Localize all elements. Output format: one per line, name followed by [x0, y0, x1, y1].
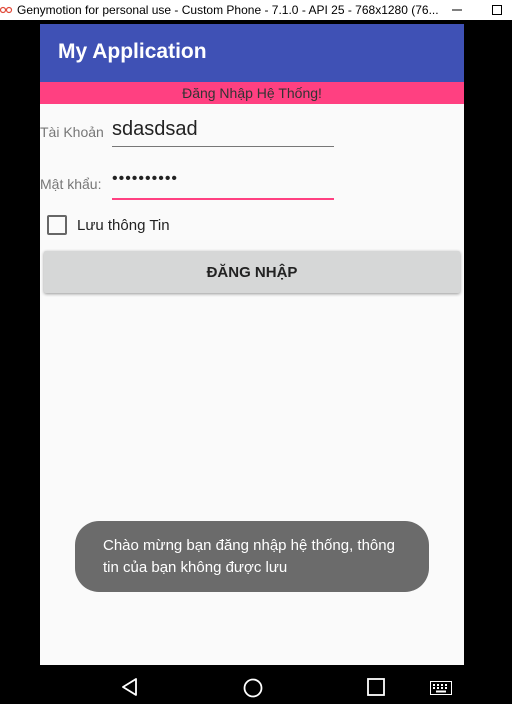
remember-checkbox-row[interactable]: Lưu thông Tin	[47, 215, 170, 235]
login-banner: Đăng Nhập Hệ Thống!	[40, 82, 464, 104]
minimize-icon[interactable]	[442, 0, 472, 20]
back-icon[interactable]	[120, 677, 140, 702]
remember-checkbox[interactable]	[47, 215, 67, 235]
app-title: My Application	[58, 40, 207, 63]
keyboard-icon[interactable]	[430, 681, 452, 700]
window-title-bar: Genymotion for personal use - Custom Pho…	[0, 0, 512, 20]
login-button[interactable]: ĐĂNG NHẬP	[44, 251, 460, 293]
remember-label: Lưu thông Tin	[77, 216, 170, 234]
toast-message: Chào mừng bạn đăng nhập hệ thống, thông …	[75, 521, 429, 592]
app-bar: My Application	[40, 24, 464, 82]
maximize-icon[interactable]	[482, 0, 512, 20]
genymotion-icon	[0, 3, 14, 17]
username-label: Tài Khoản	[40, 124, 104, 140]
recent-apps-icon[interactable]	[366, 677, 386, 702]
phone-screen: My Application Đăng Nhập Hệ Thống! Tài K…	[40, 24, 464, 665]
username-field[interactable]: sdasdsad	[112, 118, 334, 147]
android-nav-bar	[40, 665, 464, 700]
window-title: Genymotion for personal use - Custom Pho…	[17, 3, 439, 17]
password-label: Mật khẩu:	[40, 176, 102, 192]
password-field[interactable]: ••••••••••	[112, 170, 334, 200]
